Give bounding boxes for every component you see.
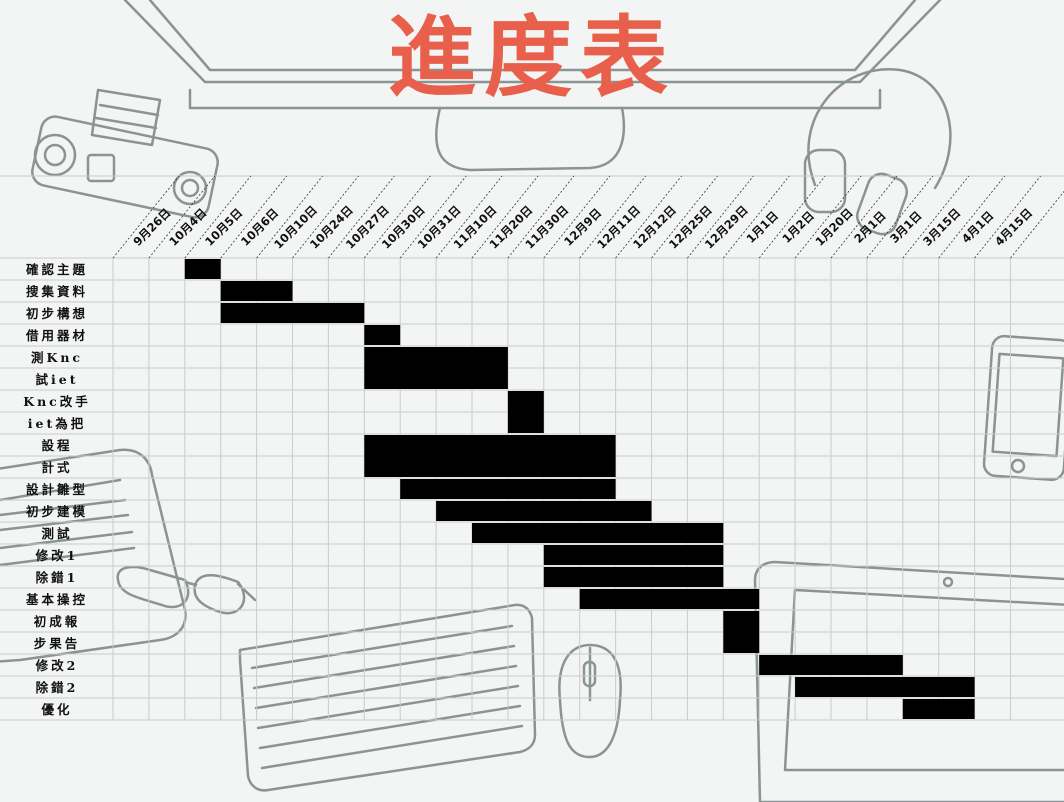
- task-label: 初成報: [34, 614, 81, 629]
- task-bar: [759, 655, 903, 675]
- date-tick-label: 4月1日: [959, 208, 996, 245]
- task-label: Knc改手: [23, 394, 91, 409]
- task-bar: [220, 303, 365, 323]
- task-bar: [795, 677, 975, 697]
- task-bar: [579, 589, 760, 609]
- task-label: 修改1: [35, 548, 79, 563]
- task-label: iet為把: [28, 416, 86, 431]
- task-label: 初步建模: [26, 504, 88, 519]
- task-axis-labels: 確認主題搜集資料初步構想借用器材測Knc 試iet Knc改手 iet為把設程計式設計…: [23, 262, 91, 717]
- task-label: 優化: [40, 702, 72, 717]
- date-tick-label: 3月15日: [920, 206, 963, 249]
- date-tick-label: 4月15日: [992, 206, 1035, 249]
- task-bar: [507, 391, 544, 433]
- task-label: 測試: [41, 526, 72, 541]
- task-bar: [364, 435, 616, 477]
- task-label: 基本操控: [25, 592, 88, 607]
- task-bar: [364, 325, 401, 345]
- task-bar: [220, 281, 293, 301]
- date-tick-label: 1月2日: [779, 208, 816, 245]
- task-label: 測Knc: [31, 350, 83, 365]
- task-label: 試iet: [36, 372, 79, 387]
- task-bar: [364, 347, 508, 389]
- task-label: 修改2: [35, 658, 79, 673]
- task-label: 初步構想: [26, 306, 88, 321]
- date-tick-label: 10月4日: [166, 206, 209, 249]
- date-tick-label: 9月26日: [130, 206, 173, 249]
- date-tick-label: 1月20日: [812, 206, 855, 249]
- task-label: 步果告: [34, 636, 81, 651]
- task-bar: [436, 501, 652, 521]
- task-label: 搜集資料: [26, 284, 88, 299]
- task-bar: [902, 699, 975, 719]
- task-label: 計式: [41, 460, 72, 475]
- date-tick-label: 2月1日: [851, 208, 888, 245]
- task-label: 設計雛型: [26, 482, 88, 497]
- task-label: 確認主題: [26, 262, 88, 277]
- task-label: 除錯1: [36, 570, 79, 585]
- task-bar: [543, 545, 724, 565]
- date-tick-label: 10月5日: [202, 206, 245, 249]
- task-bar: [723, 611, 760, 653]
- task-label: 設程: [41, 438, 72, 453]
- gantt-chart: 9月26日10月4日10月5日10月6日10月10日10月24日10月27日10…: [0, 175, 1064, 721]
- task-bar: [400, 479, 616, 499]
- task-label: 借用器材: [25, 328, 88, 343]
- task-bar: [543, 567, 724, 587]
- task-label: 除錯2: [36, 680, 79, 695]
- date-tick-label: 3月1日: [887, 208, 924, 245]
- task-bar: [472, 523, 724, 543]
- task-bar: [184, 259, 221, 279]
